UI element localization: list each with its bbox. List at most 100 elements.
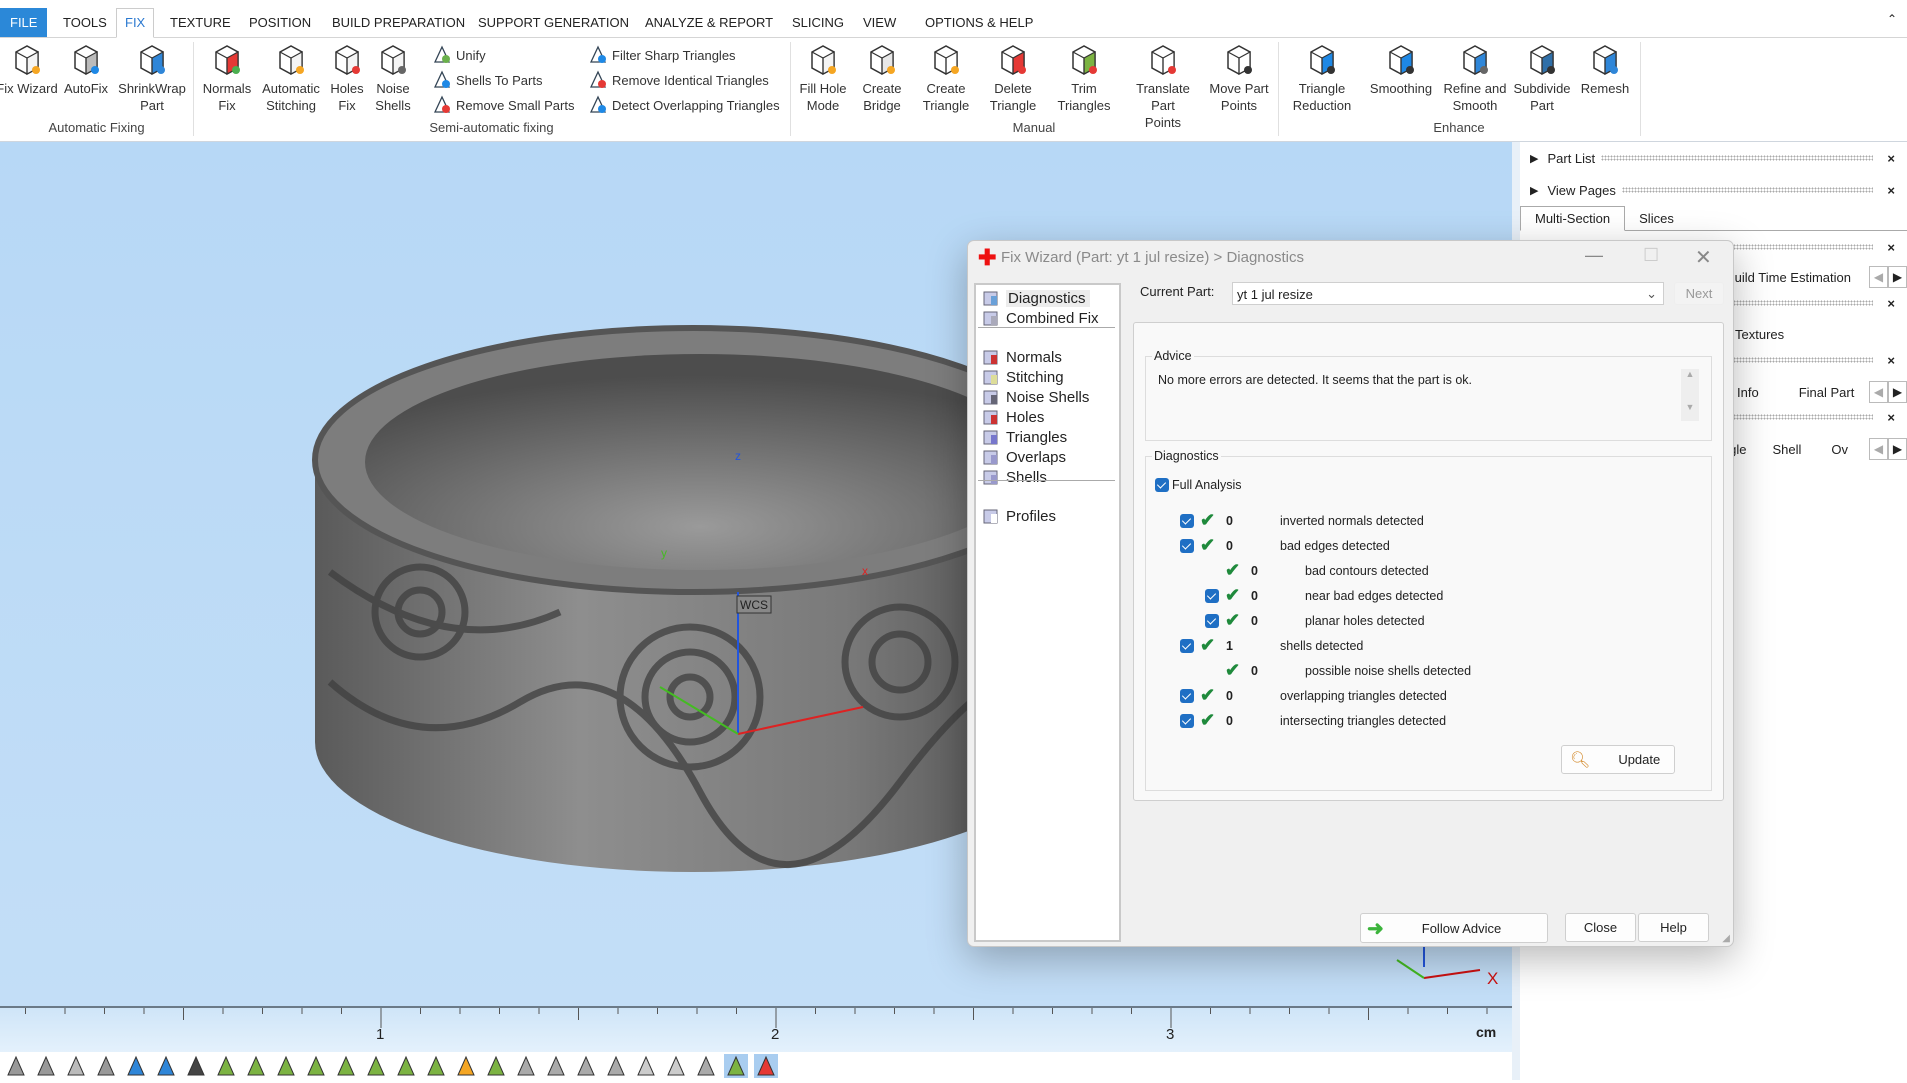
- mark-color-icon[interactable]: [754, 1054, 778, 1078]
- follow-advice-button[interactable]: ➜ Follow Advice: [1360, 913, 1548, 943]
- shaded-icon[interactable]: [184, 1054, 208, 1078]
- nav-item-normals[interactable]: Normals: [982, 346, 1062, 368]
- ribbon-button-unify[interactable]: Unify: [432, 44, 486, 66]
- select-info-icon[interactable]: [694, 1054, 718, 1078]
- select-plane-icon[interactable]: [244, 1054, 268, 1078]
- nav-item-noise-shells[interactable]: Noise Shells: [982, 386, 1089, 408]
- tab-build-time-estimation[interactable]: Build Time Estimation: [1726, 270, 1851, 285]
- zoom-icon[interactable]: [4, 1054, 28, 1078]
- ribbon-button-filter-sharp-triangles[interactable]: Filter Sharp Triangles: [588, 44, 736, 66]
- ribbon-button-trim-triangles[interactable]: Trim Triangles: [1044, 42, 1124, 114]
- expand-icon[interactable]: ▶: [1530, 184, 1538, 197]
- tab-ov[interactable]: Ov: [1831, 442, 1848, 457]
- ribbon-button-shells-to-parts[interactable]: Shells To Parts: [432, 69, 542, 91]
- row-checkbox[interactable]: [1180, 714, 1194, 728]
- scroll-up-icon[interactable]: ▲: [1681, 369, 1699, 379]
- ribbon-button-delete-triangle[interactable]: Delete Triangle: [973, 42, 1053, 114]
- nav-item-overlaps[interactable]: Overlaps: [982, 446, 1066, 468]
- tab-slicing[interactable]: SLICING: [784, 9, 852, 36]
- invert-selection-icon[interactable]: [574, 1054, 598, 1078]
- expand-icon[interactable]: ▶: [1530, 152, 1538, 165]
- ribbon-button-noise-shells[interactable]: Noise Shells: [353, 42, 433, 114]
- close-window-button[interactable]: ✕: [1695, 245, 1712, 270]
- part-list-header[interactable]: ▶ Part List ×: [1520, 146, 1907, 170]
- close-icon[interactable]: ×: [1887, 410, 1895, 425]
- nav-item-profiles[interactable]: Profiles: [982, 505, 1056, 527]
- nav-item-triangles[interactable]: Triangles: [982, 426, 1067, 448]
- unselect-all-icon[interactable]: [664, 1054, 688, 1078]
- tab-position[interactable]: POSITION: [241, 9, 319, 36]
- select-wave-icon[interactable]: [424, 1054, 448, 1078]
- scroll-right-icon[interactable]: ▶: [1888, 381, 1907, 403]
- expand-selection-icon[interactable]: [484, 1054, 508, 1078]
- tab-fix[interactable]: FIX: [116, 8, 155, 38]
- select-lasso-icon[interactable]: [364, 1054, 388, 1078]
- row-checkbox[interactable]: [1180, 639, 1194, 653]
- row-checkbox[interactable]: [1180, 689, 1194, 703]
- ribbon-button-detect-overlapping-triangles[interactable]: Detect Overlapping Triangles: [588, 94, 780, 116]
- tab-tools[interactable]: TOOLS: [55, 9, 115, 36]
- full-analysis-checkbox[interactable]: [1155, 478, 1169, 492]
- mark-triangles-icon[interactable]: [724, 1054, 748, 1078]
- tab-analyze-report[interactable]: ANALYZE & REPORT: [637, 9, 781, 36]
- delete-selection-icon[interactable]: [544, 1054, 568, 1078]
- row-checkbox[interactable]: [1180, 514, 1194, 528]
- update-button[interactable]: 🔍︎ Update: [1561, 745, 1675, 774]
- select-part-icon[interactable]: [454, 1054, 478, 1078]
- view-cube-icon[interactable]: [124, 1054, 148, 1078]
- maximize-button[interactable]: ☐: [1643, 245, 1659, 266]
- tab-multi-section[interactable]: Multi-Section: [1520, 206, 1626, 231]
- scroll-left-icon[interactable]: ◀: [1869, 266, 1888, 288]
- tab-slices[interactable]: Slices: [1625, 207, 1688, 230]
- ribbon-button-translate-points[interactable]: Translate Part Points: [1123, 42, 1203, 131]
- nav-item-combined-fix[interactable]: Combined Fix: [982, 307, 1099, 329]
- nav-item-holes[interactable]: Holes: [982, 406, 1044, 428]
- close-icon[interactable]: ×: [1887, 240, 1895, 255]
- tab-view[interactable]: VIEW: [855, 9, 904, 36]
- view-front-icon[interactable]: [154, 1054, 178, 1078]
- chevron-up-icon[interactable]: ⌃: [1887, 12, 1897, 26]
- tab-final-part[interactable]: Final Part: [1799, 385, 1855, 400]
- ribbon-button-remesh[interactable]: Remesh: [1565, 42, 1645, 97]
- tab-texture[interactable]: TEXTURE: [162, 9, 239, 36]
- tab-textures[interactable]: Textures: [1735, 327, 1784, 342]
- select-surface-icon[interactable]: [274, 1054, 298, 1078]
- advice-scrollbar[interactable]: ▲ ▼: [1681, 369, 1699, 421]
- tab-info[interactable]: Info: [1737, 385, 1759, 400]
- close-icon[interactable]: ×: [1887, 353, 1895, 368]
- zoom-part-icon[interactable]: [64, 1054, 88, 1078]
- ribbon-button-move-points[interactable]: Move Part Points: [1199, 42, 1279, 114]
- resize-grip-icon[interactable]: ◢: [1722, 933, 1730, 944]
- scroll-right-icon[interactable]: ▶: [1888, 266, 1907, 288]
- close-icon[interactable]: ×: [1887, 296, 1895, 311]
- select-box-icon[interactable]: [334, 1054, 358, 1078]
- zoom-box-icon[interactable]: [34, 1054, 58, 1078]
- scroll-right-icon[interactable]: ▶: [1888, 438, 1907, 460]
- close-button[interactable]: Close: [1565, 913, 1636, 942]
- view-pages-header[interactable]: ▶ View Pages ×: [1520, 178, 1907, 202]
- current-part-select[interactable]: yt 1 jul resize ⌄: [1232, 282, 1664, 305]
- minimize-button[interactable]: —: [1585, 245, 1603, 266]
- next-button[interactable]: Next: [1674, 282, 1724, 305]
- shrink-selection-icon[interactable]: [514, 1054, 538, 1078]
- select-curve-icon[interactable]: [394, 1054, 418, 1078]
- tab-support-generation[interactable]: SUPPORT GENERATION: [470, 9, 637, 36]
- scroll-left-icon[interactable]: ◀: [1869, 438, 1888, 460]
- ribbon-button-shrinkwrap[interactable]: ShrinkWrap Part: [112, 42, 192, 114]
- row-checkbox[interactable]: [1180, 539, 1194, 553]
- nav-item-shells[interactable]: Shells: [982, 466, 1047, 488]
- grow-icon[interactable]: [604, 1054, 628, 1078]
- ribbon-button-remove-identical-triangles[interactable]: Remove Identical Triangles: [588, 69, 769, 91]
- nav-item-stitching[interactable]: Stitching: [982, 366, 1064, 388]
- close-icon[interactable]: ×: [1887, 183, 1895, 198]
- row-checkbox[interactable]: [1205, 589, 1219, 603]
- help-button[interactable]: Help: [1638, 913, 1709, 942]
- ribbon-button-smoothing[interactable]: Smoothing: [1361, 42, 1441, 97]
- ribbon-button-triangle-reduction[interactable]: Triangle Reduction: [1282, 42, 1362, 114]
- tab-options-help[interactable]: OPTIONS & HELP: [917, 9, 1041, 36]
- select-triangle-icon[interactable]: [214, 1054, 238, 1078]
- tab-build-preparation[interactable]: BUILD PREPARATION: [324, 9, 473, 36]
- scroll-down-icon[interactable]: ▼: [1681, 402, 1699, 412]
- nav-item-diagnostics[interactable]: Diagnostics: [982, 287, 1090, 309]
- unselect-icon[interactable]: [634, 1054, 658, 1078]
